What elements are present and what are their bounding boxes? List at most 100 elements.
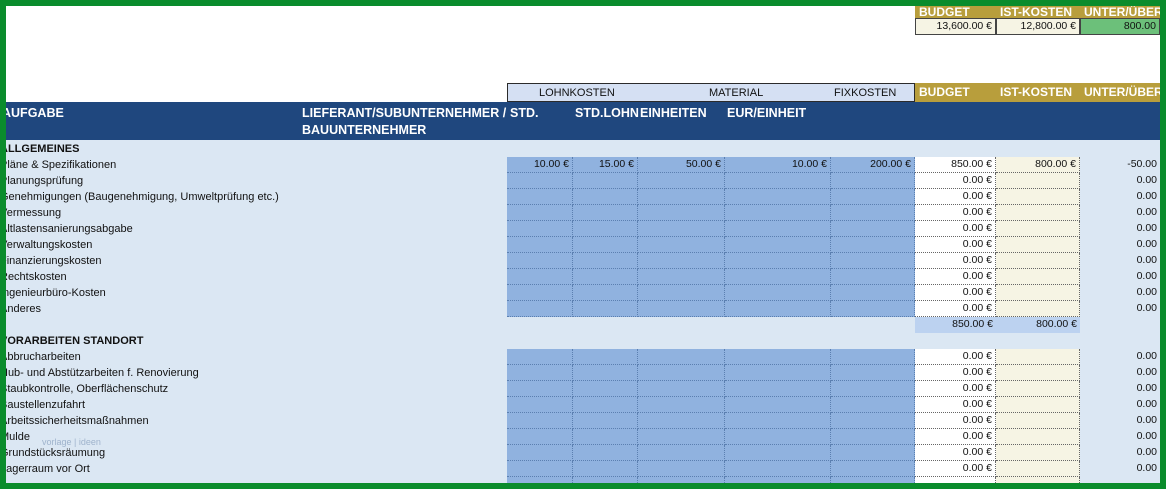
cell-budget[interactable]: 0.00 €	[915, 429, 996, 445]
task-label[interactable]: Anderes	[6, 301, 41, 317]
cell-fixed[interactable]: 200.00 €	[831, 157, 915, 173]
cell-wage[interactable]: 15.00 €	[573, 157, 638, 173]
cell-variance[interactable]	[1080, 477, 1160, 483]
cell-actual[interactable]	[996, 381, 1080, 397]
cell-hours[interactable]	[507, 237, 573, 253]
cell-units[interactable]	[638, 237, 725, 253]
cell-hours[interactable]	[507, 189, 573, 205]
cell-per_unit[interactable]	[725, 189, 831, 205]
cell-variance[interactable]: 0.00	[1080, 301, 1160, 317]
cell-per_unit[interactable]	[725, 397, 831, 413]
cell-wage[interactable]	[573, 253, 638, 269]
summary-variance-total[interactable]: 800.00	[1080, 18, 1160, 35]
cell-units[interactable]	[638, 253, 725, 269]
cell-units[interactable]	[638, 285, 725, 301]
cell-budget[interactable]: 0.00 €	[915, 285, 996, 301]
cell-actual[interactable]	[996, 285, 1080, 301]
cell-hours[interactable]	[507, 397, 573, 413]
cell-hours[interactable]	[507, 269, 573, 285]
cell-wage[interactable]	[573, 173, 638, 189]
cell-wage[interactable]	[573, 189, 638, 205]
cell-fixed[interactable]	[831, 429, 915, 445]
subtotal-budget[interactable]: 850.00 €	[915, 317, 996, 333]
cell-wage[interactable]	[573, 285, 638, 301]
cell-actual[interactable]	[996, 461, 1080, 477]
cell-units[interactable]	[638, 173, 725, 189]
cell-variance[interactable]: 0.00	[1080, 189, 1160, 205]
cell-per_unit[interactable]: 10.00 €	[725, 157, 831, 173]
cell-budget[interactable]: 0.00 €	[915, 445, 996, 461]
cell-actual[interactable]	[996, 413, 1080, 429]
cell-wage[interactable]	[573, 477, 638, 483]
cell-units[interactable]	[638, 397, 725, 413]
cell-per_unit[interactable]	[725, 205, 831, 221]
cell-variance[interactable]: 0.00	[1080, 269, 1160, 285]
task-label[interactable]: Rechtskosten	[6, 269, 67, 285]
cell-budget[interactable]: 0.00 €	[915, 189, 996, 205]
cell-fixed[interactable]	[831, 381, 915, 397]
cell-budget[interactable]: 0.00 €	[915, 173, 996, 189]
cell-variance[interactable]: 0.00	[1080, 413, 1160, 429]
cell-wage[interactable]	[573, 237, 638, 253]
cell-actual[interactable]: 800.00 €	[996, 157, 1080, 173]
cell-variance[interactable]: 0.00	[1080, 349, 1160, 365]
task-label[interactable]: Baustellenzufahrt	[6, 397, 85, 413]
cell-per_unit[interactable]	[725, 269, 831, 285]
cell-units[interactable]	[638, 413, 725, 429]
cell-actual[interactable]	[996, 269, 1080, 285]
cell-wage[interactable]	[573, 205, 638, 221]
task-label[interactable]: Hub- und Abstützarbeiten f. Renovierung	[6, 365, 199, 381]
cell-per_unit[interactable]	[725, 461, 831, 477]
cell-variance[interactable]: 0.00	[1080, 285, 1160, 301]
cell-fixed[interactable]	[831, 269, 915, 285]
cell-per_unit[interactable]	[725, 381, 831, 397]
task-label[interactable]: Altlastensanierungsabgabe	[6, 221, 133, 237]
cell-hours[interactable]	[507, 205, 573, 221]
cell-variance[interactable]: 0.00	[1080, 237, 1160, 253]
cell-units[interactable]	[638, 429, 725, 445]
task-label[interactable]: Ingenieurbüro-Kosten	[6, 285, 106, 301]
cell-per_unit[interactable]	[725, 253, 831, 269]
cell-hours[interactable]	[507, 413, 573, 429]
cell-fixed[interactable]	[831, 349, 915, 365]
cell-per_unit[interactable]	[725, 237, 831, 253]
cell-hours[interactable]	[507, 285, 573, 301]
cell-budget[interactable]: 0.00 €	[915, 253, 996, 269]
cell-wage[interactable]	[573, 461, 638, 477]
cell-budget[interactable]: 0.00 €	[915, 269, 996, 285]
cell-units[interactable]	[638, 269, 725, 285]
task-label[interactable]: Staubkontrolle, Oberflächenschutz	[6, 381, 168, 397]
cell-units[interactable]: 50.00 €	[638, 157, 725, 173]
task-label[interactable]: Planungsprüfung	[6, 173, 83, 189]
cell-fixed[interactable]	[831, 205, 915, 221]
cell-units[interactable]	[638, 221, 725, 237]
cell-actual[interactable]	[996, 205, 1080, 221]
cell-units[interactable]	[638, 349, 725, 365]
summary-actual-total[interactable]: 12,800.00 €	[996, 18, 1080, 35]
task-label[interactable]: Lagerraum vor Ort	[6, 461, 90, 477]
task-label[interactable]: Pläne & Spezifikationen	[6, 157, 116, 173]
cell-fixed[interactable]	[831, 285, 915, 301]
cell-hours[interactable]	[507, 429, 573, 445]
cell-wage[interactable]	[573, 349, 638, 365]
cell-actual[interactable]	[996, 221, 1080, 237]
task-label[interactable]: Verwaltungskosten	[6, 237, 92, 253]
cell-hours[interactable]	[507, 253, 573, 269]
cell-units[interactable]	[638, 381, 725, 397]
cell-fixed[interactable]	[831, 461, 915, 477]
cell-hours[interactable]	[507, 349, 573, 365]
cell-fixed[interactable]	[831, 445, 915, 461]
cell-fixed[interactable]	[831, 477, 915, 483]
cell-per_unit[interactable]	[725, 413, 831, 429]
cell-variance[interactable]: 0.00	[1080, 253, 1160, 269]
cell-hours[interactable]	[507, 381, 573, 397]
cell-budget[interactable]: 0.00 €	[915, 221, 996, 237]
cell-wage[interactable]	[573, 413, 638, 429]
cell-budget[interactable]	[915, 477, 996, 483]
cell-hours[interactable]	[507, 173, 573, 189]
cell-per_unit[interactable]	[725, 301, 831, 317]
cell-actual[interactable]	[996, 189, 1080, 205]
cell-hours[interactable]	[507, 365, 573, 381]
cell-per_unit[interactable]	[725, 429, 831, 445]
cell-fixed[interactable]	[831, 301, 915, 317]
